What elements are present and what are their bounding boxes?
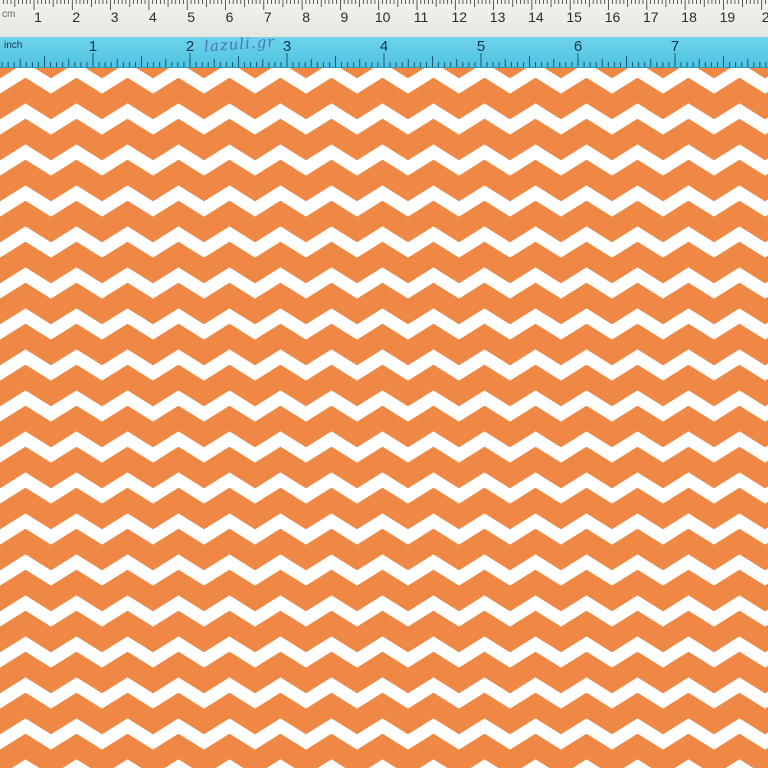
cm-number: 3 [110, 9, 119, 25]
inch-number: 1 [88, 38, 98, 55]
inch-number: 2 [185, 38, 195, 55]
cm-number: 19 [719, 9, 736, 25]
cm-number: 2 [72, 9, 81, 25]
cm-number: 4 [148, 9, 157, 25]
cm-number: 5 [187, 9, 196, 25]
inch-number: 6 [573, 38, 583, 55]
centimeter-ruler: cm 1 2 3 4 5 6 7 8 9 10 11 12 13 14 15 16 17 18 19 2 [0, 0, 768, 38]
cm-number: 12 [451, 9, 468, 25]
cm-number: 14 [528, 9, 544, 25]
cm-number: 15 [566, 9, 582, 25]
chevron-fabric-swatch [0, 0, 768, 768]
cm-number: 6 [225, 9, 234, 25]
cm-unit-label: cm [2, 9, 16, 20]
cm-number: 17 [643, 9, 659, 25]
cm-number: 9 [340, 9, 349, 25]
inch-unit-label: inch [4, 40, 23, 51]
inch-ruler: inch lazuli.gr 1234567 [0, 33, 768, 68]
inch-number: 4 [379, 38, 389, 55]
inch-number: 3 [282, 38, 292, 55]
cm-number: 7 [263, 9, 272, 25]
inch-number: 7 [670, 38, 680, 55]
inch-number: 5 [476, 38, 486, 55]
cm-number: 18 [681, 9, 697, 25]
cm-number: 11 [413, 9, 429, 25]
cm-number: 2 [761, 9, 768, 25]
cm-number: 10 [374, 9, 391, 25]
cm-number: 8 [302, 9, 310, 25]
cm-number: 1 [34, 9, 42, 25]
cm-number: 16 [604, 9, 621, 25]
cm-number: 13 [489, 9, 506, 25]
